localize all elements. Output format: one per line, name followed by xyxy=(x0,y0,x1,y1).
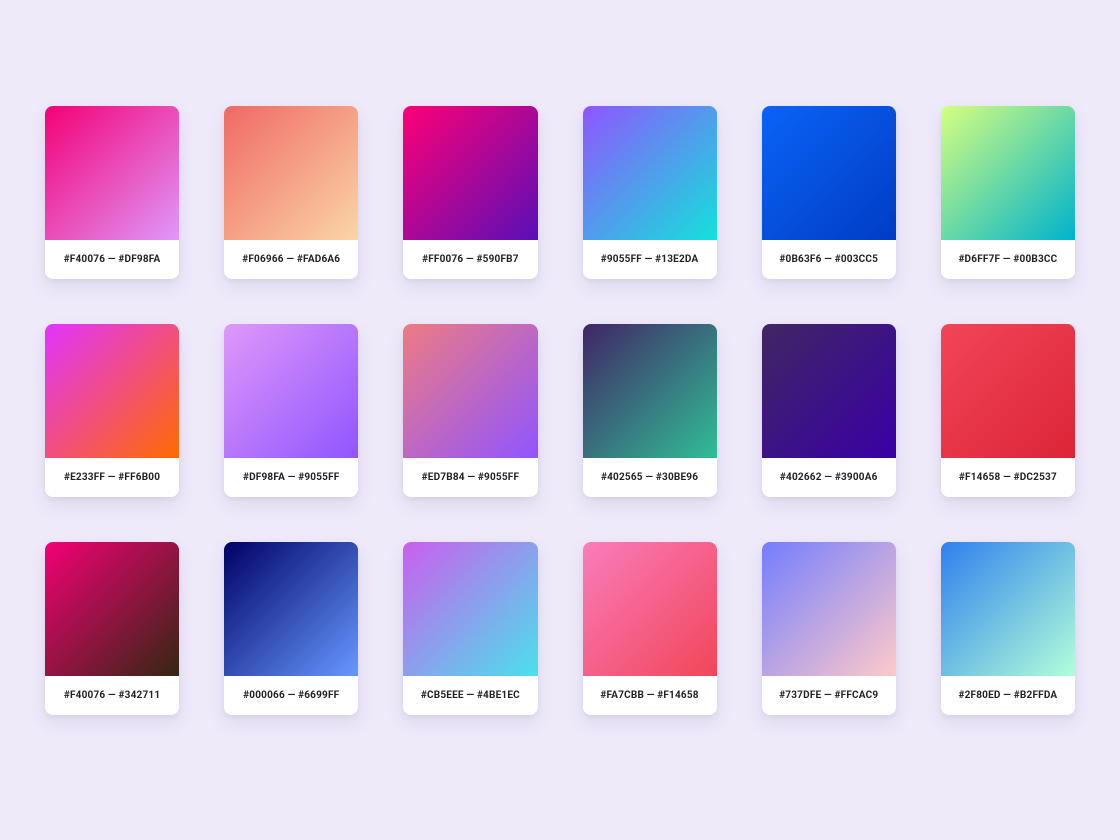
gradient-swatch xyxy=(45,542,179,676)
gradient-label: #D6FF7F — #00B3CC xyxy=(941,240,1075,279)
gradient-card[interactable]: #2F80ED — #B2FFDA xyxy=(941,542,1075,715)
gradient-card[interactable]: #FA7CBB — #F14658 xyxy=(583,542,717,715)
gradient-label: #DF98FA — #9055FF xyxy=(224,458,358,497)
gradient-card[interactable]: #FF0076 — #590FB7 xyxy=(403,106,537,279)
gradient-label: #0B63F6 — #003CC5 xyxy=(762,240,896,279)
gradient-swatch xyxy=(583,542,717,676)
gradient-swatch xyxy=(224,106,358,240)
gradient-grid: #F40076 — #DF98FA #F06966 — #FAD6A6 #FF007… xyxy=(45,106,1075,715)
gradient-card[interactable]: #402565 — #30BE96 xyxy=(583,324,717,497)
gradient-card[interactable]: #F06966 — #FAD6A6 xyxy=(224,106,358,279)
gradient-card[interactable]: #F40076 — #DF98FA xyxy=(45,106,179,279)
gradient-label: #402565 — #30BE96 xyxy=(583,458,717,497)
gradient-swatch xyxy=(403,106,537,240)
gradient-label: #F40076 — #DF98FA xyxy=(45,240,179,279)
gradient-label: #F06966 — #FAD6A6 xyxy=(224,240,358,279)
gradient-swatch xyxy=(762,542,896,676)
gradient-card[interactable]: #DF98FA — #9055FF xyxy=(224,324,358,497)
gradient-swatch xyxy=(762,106,896,240)
gradient-swatch xyxy=(941,542,1075,676)
gradient-swatch xyxy=(224,324,358,458)
gradient-swatch xyxy=(941,106,1075,240)
gradient-label: #000066 — #6699FF xyxy=(224,676,358,715)
gradient-swatch xyxy=(762,324,896,458)
gradient-label: #402662 — #3900A6 xyxy=(762,458,896,497)
gradient-label: #CB5EEE — #4BE1EC xyxy=(403,676,537,715)
gradient-label: #9055FF — #13E2DA xyxy=(583,240,717,279)
gradient-label: #FA7CBB — #F14658 xyxy=(583,676,717,715)
gradient-card[interactable]: #0B63F6 — #003CC5 xyxy=(762,106,896,279)
gradient-swatch xyxy=(45,106,179,240)
gradient-card[interactable]: #F40076 — #342711 xyxy=(45,542,179,715)
gradient-swatch xyxy=(583,324,717,458)
gradient-label: #F14658 — #DC2537 xyxy=(941,458,1075,497)
gradient-swatch xyxy=(224,542,358,676)
gradient-swatch xyxy=(403,324,537,458)
gradient-swatch xyxy=(941,324,1075,458)
gradient-card[interactable]: #9055FF — #13E2DA xyxy=(583,106,717,279)
gradient-card[interactable]: #ED7B84 — #9055FF xyxy=(403,324,537,497)
gradient-label: #2F80ED — #B2FFDA xyxy=(941,676,1075,715)
gradient-swatch xyxy=(45,324,179,458)
gradient-swatch xyxy=(583,106,717,240)
gradient-card[interactable]: #E233FF — #FF6B00 xyxy=(45,324,179,497)
gradient-card[interactable]: #000066 — #6699FF xyxy=(224,542,358,715)
gradient-card[interactable]: #737DFE — #FFCAC9 xyxy=(762,542,896,715)
gradient-label: #E233FF — #FF6B00 xyxy=(45,458,179,497)
gradient-label: #737DFE — #FFCAC9 xyxy=(762,676,896,715)
gradient-swatch xyxy=(403,542,537,676)
gradient-card[interactable]: #CB5EEE — #4BE1EC xyxy=(403,542,537,715)
gradient-card[interactable]: #D6FF7F — #00B3CC xyxy=(941,106,1075,279)
gradient-label: #FF0076 — #590FB7 xyxy=(403,240,537,279)
gradient-card[interactable]: #402662 — #3900A6 xyxy=(762,324,896,497)
gradient-label: #ED7B84 — #9055FF xyxy=(403,458,537,497)
gradient-card[interactable]: #F14658 — #DC2537 xyxy=(941,324,1075,497)
gradient-label: #F40076 — #342711 xyxy=(45,676,179,715)
